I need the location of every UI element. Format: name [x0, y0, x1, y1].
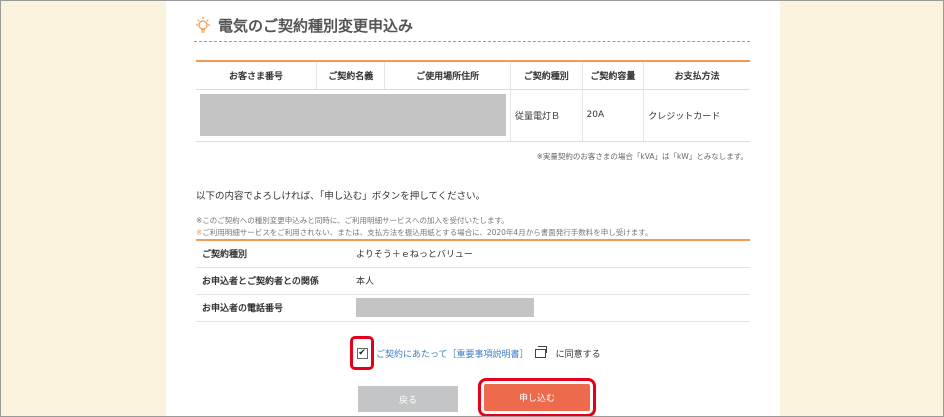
apply-button[interactable]: 申し込む — [484, 384, 590, 411]
new-window-icon — [534, 346, 547, 358]
detail-label-relation: お申込者とご契約者との関係 — [196, 267, 346, 295]
important-notes-link[interactable]: ご契約にあたって［重要事項説明書］ — [376, 347, 529, 360]
redacted-block — [200, 94, 506, 136]
header-address: ご使用場所住所 — [384, 61, 511, 90]
lightbulb-icon — [196, 17, 210, 33]
notice-text: ご利用明細サービスをご利用されない、または、支払方法を振込用紙とする場合に、20… — [202, 228, 653, 237]
table-row: ご契約種別 よりそう＋ｅねっとバリュー — [196, 240, 750, 268]
redacted-phone — [356, 298, 534, 317]
detail-label-contract-type: ご契約種別 — [196, 240, 346, 268]
table-row: お申込者の電話番号 — [196, 294, 750, 322]
checkmark-icon: ✔ — [358, 347, 366, 358]
intro-text: 以下の内容でよろしければ、「申し込む」ボタンを押してください。 — [196, 191, 486, 202]
detail-value-phone — [346, 294, 750, 322]
agree-highlight: ✔ — [350, 336, 374, 370]
detail-value-relation: 本人 — [346, 267, 750, 295]
cell-capacity: 20A — [581, 89, 644, 142]
cell-contract-type: 従量電灯Ｂ — [510, 89, 583, 142]
masked-customer-info — [196, 89, 511, 142]
detail-value-contract-type: よりそう＋ｅねっとバリュー — [346, 240, 750, 268]
header-payment: お支払方法 — [643, 61, 750, 90]
page-title: 電気のご契約種別変更申込み — [218, 17, 414, 35]
agree-label: ご契約にあたって［重要事項説明書］ に同意する — [376, 346, 601, 360]
header-contract-name: ご契約名義 — [316, 61, 385, 90]
header-capacity: ご契約容量 — [581, 61, 644, 90]
table-row: 従量電灯Ｂ 20A クレジットカード — [196, 89, 750, 142]
back-button[interactable]: 戻る — [358, 386, 458, 412]
cell-payment: クレジットカード — [643, 89, 750, 142]
table-header-row: お客さま番号 ご契約名義 ご使用場所住所 ご契約種別 ご契約容量 お支払方法 — [196, 61, 750, 90]
details-table: ご契約種別 よりそう＋ｅねっとバリュー お申込者とご契約者との関係 本人 お申込… — [196, 239, 750, 322]
detail-label-phone: お申込者の電話番号 — [196, 294, 346, 322]
agree-suffix: に同意する — [555, 350, 601, 360]
header-contract-type: ご契約種別 — [510, 61, 583, 90]
apply-highlight: 申し込む — [478, 378, 596, 417]
contract-table: お客さま番号 ご契約名義 ご使用場所住所 ご契約種別 ご契約容量 お支払方法 従… — [196, 60, 750, 142]
notice-line-1: ※このご契約への種別変更申込みと同時に、ご利用明細サービスへの加入を受付いたしま… — [196, 216, 509, 225]
notice-line-2: ※ご利用明細サービスをご利用されない、または、支払方法を振込用紙とする場合に、2… — [196, 227, 652, 238]
title-row: 電気のご契約種別変更申込み — [194, 16, 750, 42]
agree-checkbox[interactable]: ✔ — [356, 347, 368, 359]
table-row: お申込者とご契約者との関係 本人 — [196, 267, 750, 295]
header-customer-number: お客さま番号 — [196, 61, 317, 90]
capacity-note: ※実量契約のお客さまの場合「kVA」は「kW」とみなします。 — [536, 152, 748, 161]
